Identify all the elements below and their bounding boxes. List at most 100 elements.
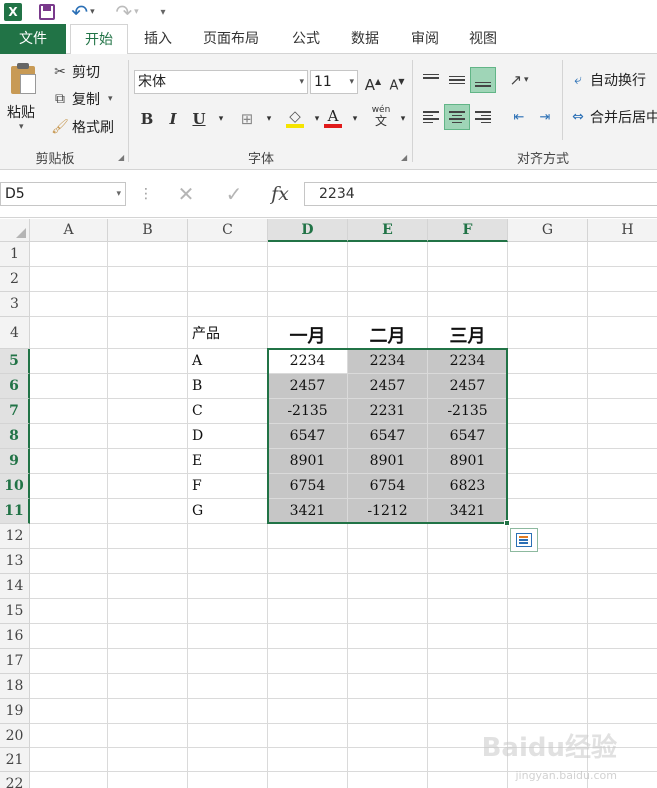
row-header-9[interactable]: 9 xyxy=(0,449,30,474)
cell-f5[interactable]: 2234 xyxy=(428,349,507,373)
align-right-icon[interactable] xyxy=(470,104,496,130)
cell-d11[interactable]: 3421 xyxy=(268,499,347,523)
row-header-22[interactable]: 22 xyxy=(0,772,30,788)
clipboard-launcher-icon[interactable]: ◢ xyxy=(118,153,124,162)
undo-icon[interactable]: ↶ ▾ xyxy=(68,0,98,24)
redo-dropdown-icon[interactable]: ▾ xyxy=(134,7,139,17)
row-header-12[interactable]: 12 xyxy=(0,524,30,549)
copy-dropdown-icon[interactable]: ▾ xyxy=(108,94,113,104)
cell-f7[interactable]: -2135 xyxy=(428,399,507,423)
row-header-17[interactable]: 17 xyxy=(0,649,30,674)
row-header-14[interactable]: 14 xyxy=(0,574,30,599)
cell-d6[interactable]: 2457 xyxy=(268,374,347,398)
phonetic-dropdown-icon[interactable]: ▾ xyxy=(392,107,414,131)
align-top-icon[interactable] xyxy=(418,67,444,93)
select-all-button[interactable] xyxy=(0,219,30,242)
cell-f6[interactable]: 2457 xyxy=(428,374,507,398)
cell-d10[interactable]: 6754 xyxy=(268,474,347,498)
font-size-select[interactable]: 11 ▾ xyxy=(310,70,358,94)
redo-icon[interactable]: ↷ ▾ xyxy=(112,0,142,24)
align-left-icon[interactable] xyxy=(418,104,444,130)
column-header-b[interactable]: B xyxy=(108,219,188,242)
row-header-10[interactable]: 10 xyxy=(0,474,30,499)
row-header-21[interactable]: 21 xyxy=(0,748,30,772)
underline-dropdown-icon[interactable]: ▾ xyxy=(210,107,232,131)
cell-e8[interactable]: 6547 xyxy=(348,424,427,448)
cell-f10[interactable]: 6823 xyxy=(428,474,507,498)
save-icon[interactable] xyxy=(36,1,58,23)
column-header-f[interactable]: F xyxy=(428,219,508,242)
font-color-icon[interactable]: A xyxy=(322,104,344,128)
column-header-h[interactable]: H xyxy=(588,219,657,242)
fill-handle[interactable] xyxy=(504,520,510,526)
row-header-3[interactable]: 3 xyxy=(0,292,30,317)
tab-home[interactable]: 开始 xyxy=(70,24,128,55)
cell-c8[interactable]: D xyxy=(188,424,267,448)
wrap-text-button[interactable]: ⤶ 自动换行 xyxy=(568,70,646,90)
name-box[interactable]: D5 ▾ xyxy=(0,182,126,206)
cell-e5[interactable]: 2234 xyxy=(348,349,427,373)
column-header-c[interactable]: C xyxy=(188,219,268,242)
format-painter-button[interactable]: 🖌 格式刷 xyxy=(50,117,114,137)
customize-toolbar-icon[interactable]: ▾ xyxy=(156,1,170,23)
cut-button[interactable]: ✂ 剪切 xyxy=(50,62,100,82)
fill-color-icon[interactable]: ◇ xyxy=(284,104,306,128)
cell-f8[interactable]: 6547 xyxy=(428,424,507,448)
cell-d5[interactable]: 2234 xyxy=(268,349,347,373)
font-size-dropdown-icon[interactable]: ▾ xyxy=(349,71,354,93)
name-box-dropdown-icon[interactable]: ▾ xyxy=(116,183,121,205)
enter-icon[interactable]: ✓ xyxy=(216,182,252,206)
row-header-7[interactable]: 7 xyxy=(0,399,30,424)
increase-font-size-icon[interactable]: A▲ xyxy=(362,70,384,94)
cell-c5[interactable]: A xyxy=(188,349,267,373)
cell-c9[interactable]: E xyxy=(188,449,267,473)
font-color-dropdown-icon[interactable]: ▾ xyxy=(344,107,366,131)
row-header-4[interactable]: 4 xyxy=(0,317,30,349)
cell-e4[interactable]: 二月 xyxy=(348,317,427,348)
tab-review[interactable]: 审阅 xyxy=(400,24,450,54)
cell-f9[interactable]: 8901 xyxy=(428,449,507,473)
bold-button[interactable]: B xyxy=(136,107,158,131)
tab-formulas[interactable]: 公式 xyxy=(282,24,330,54)
decrease-indent-icon[interactable]: ⇤ xyxy=(506,104,532,130)
tab-data[interactable]: 数据 xyxy=(340,24,390,54)
tab-page-layout[interactable]: 页面布局 xyxy=(190,24,272,54)
worksheet-grid[interactable]: ABCDEFGH 1 2 3 4 5 6 7 8 9 10 11 12 13 14 15 16 17 18 19 20… xyxy=(0,219,657,788)
row-header-11[interactable]: 11 xyxy=(0,499,30,524)
row-header-19[interactable]: 19 xyxy=(0,699,30,724)
cell-c11[interactable]: G xyxy=(188,499,267,523)
cell-e11[interactable]: -1212 xyxy=(348,499,427,523)
cancel-icon[interactable]: ✕ xyxy=(168,182,204,206)
row-header-16[interactable]: 16 xyxy=(0,624,30,649)
column-header-a[interactable]: A xyxy=(30,219,108,242)
increase-indent-icon[interactable]: ⇥ xyxy=(532,104,558,130)
cell-e7[interactable]: 2231 xyxy=(348,399,427,423)
row-header-13[interactable]: 13 xyxy=(0,549,30,574)
paste-dropdown-icon[interactable]: ▾ xyxy=(19,122,24,132)
row-header-5[interactable]: 5 xyxy=(0,349,30,374)
decrease-font-size-icon[interactable]: A▼ xyxy=(386,70,408,94)
tab-insert[interactable]: 插入 xyxy=(134,24,182,54)
border-dropdown-icon[interactable]: ▾ xyxy=(258,107,280,131)
cell-c7[interactable]: C xyxy=(188,399,267,423)
undo-dropdown-icon[interactable]: ▾ xyxy=(90,7,95,17)
row-header-2[interactable]: 2 xyxy=(0,267,30,292)
cell-c6[interactable]: B xyxy=(188,374,267,398)
cell-d8[interactable]: 6547 xyxy=(268,424,347,448)
align-bottom-icon[interactable] xyxy=(470,67,496,93)
column-header-g[interactable]: G xyxy=(508,219,588,242)
cell-e6[interactable]: 2457 xyxy=(348,374,427,398)
cell-c10[interactable]: F xyxy=(188,474,267,498)
align-middle-icon[interactable] xyxy=(444,67,470,93)
row-header-18[interactable]: 18 xyxy=(0,674,30,699)
cell-e10[interactable]: 6754 xyxy=(348,474,427,498)
cell-e9[interactable]: 8901 xyxy=(348,449,427,473)
font-launcher-icon[interactable]: ◢ xyxy=(401,153,407,162)
cell-f4[interactable]: 三月 xyxy=(428,317,507,348)
tab-file[interactable]: 文件 xyxy=(0,24,66,54)
column-header-d[interactable]: D xyxy=(268,219,348,242)
underline-button[interactable]: U xyxy=(188,107,210,131)
formula-input[interactable]: 2234 xyxy=(304,182,657,206)
align-center-icon[interactable] xyxy=(444,104,470,130)
quick-analysis-icon[interactable] xyxy=(510,528,538,552)
